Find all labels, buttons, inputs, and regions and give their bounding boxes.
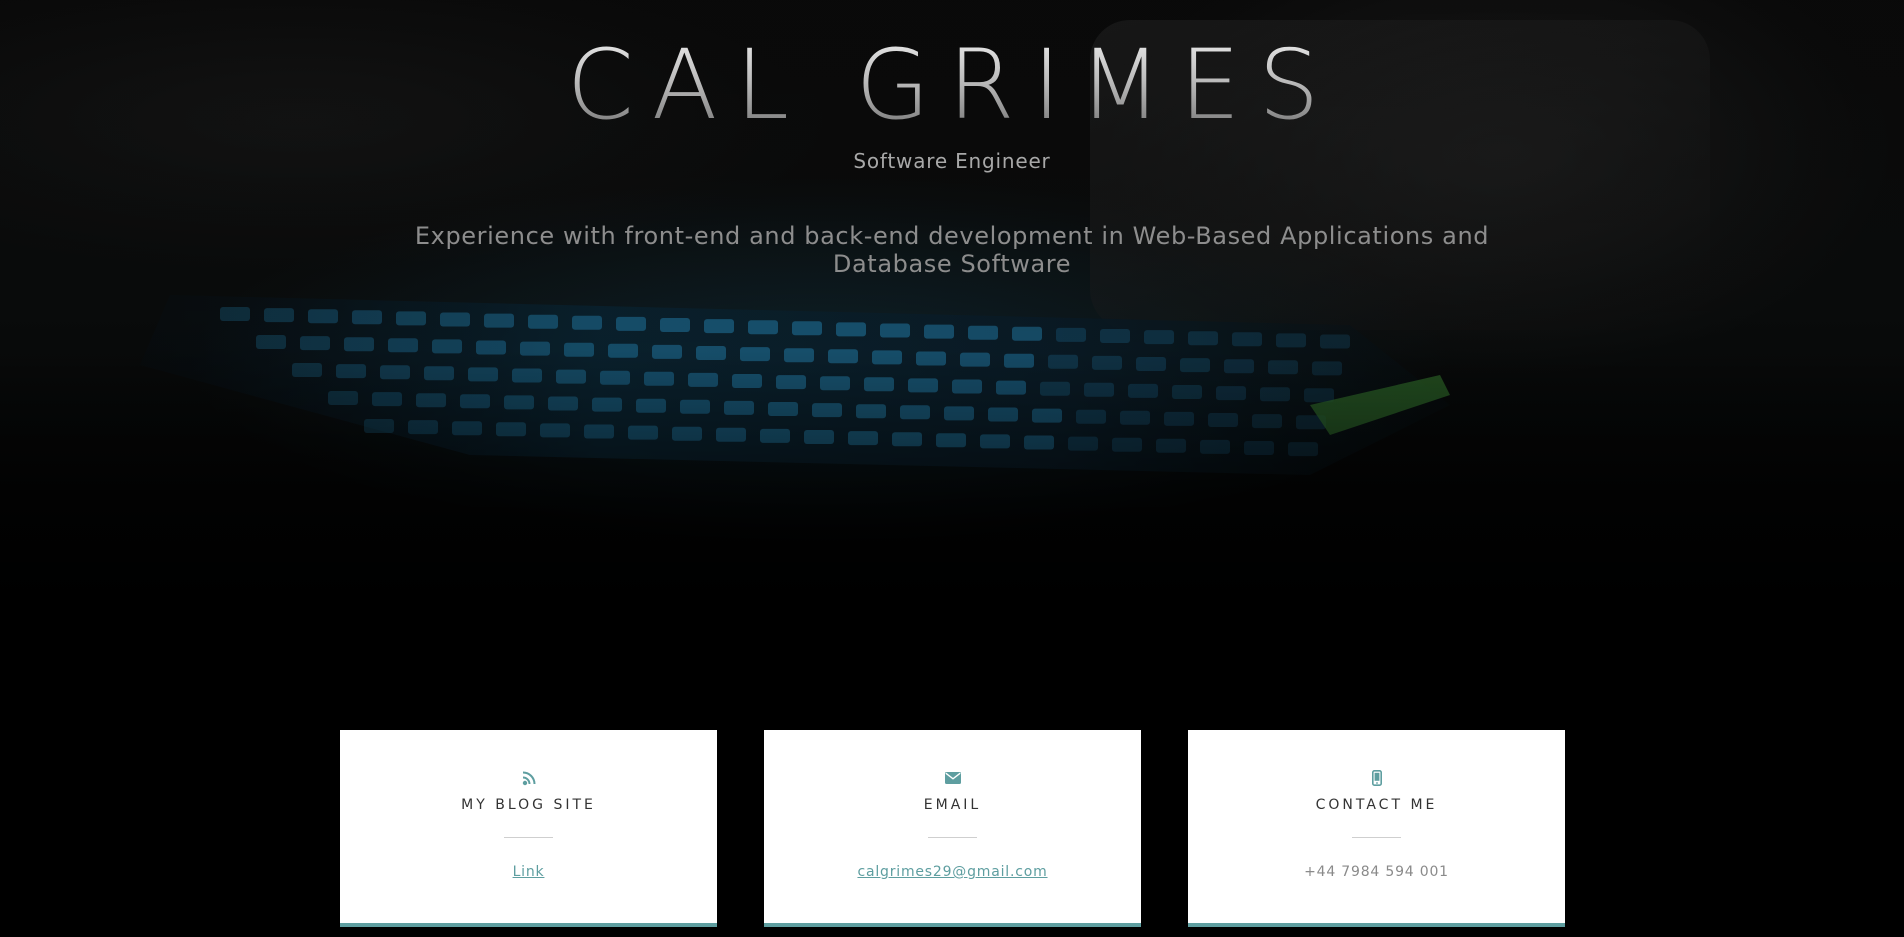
- divider: [928, 837, 977, 838]
- email-card: EMAIL calgrimes29@gmail.com: [764, 730, 1141, 927]
- blog-card-title: MY BLOG SITE: [461, 797, 596, 813]
- contact-cards: MY BLOG SITE Link EMAIL calgrimes29@gmai…: [340, 730, 1565, 927]
- email-link[interactable]: calgrimes29@gmail.com: [857, 864, 1047, 880]
- blog-card-value: Link: [340, 864, 717, 880]
- divider: [1352, 837, 1401, 838]
- blog-card: MY BLOG SITE Link: [340, 730, 717, 927]
- page-title: CAL GRIMES: [0, 30, 1904, 140]
- mobile-phone-icon: [1188, 768, 1565, 788]
- page-subtitle: Software Engineer: [853, 149, 1051, 173]
- rss-icon: [340, 768, 717, 788]
- hero-description: Experience with front-end and back-end d…: [414, 222, 1490, 278]
- page: CAL GRIMES Software Engineer Experience …: [0, 0, 1904, 937]
- blog-link[interactable]: Link: [513, 864, 545, 880]
- phone-number: +44 7984 594 001: [1304, 864, 1449, 880]
- envelope-icon: [764, 768, 1141, 788]
- contact-card-title: CONTACT ME: [1315, 797, 1438, 813]
- email-card-value: calgrimes29@gmail.com: [764, 864, 1141, 880]
- contact-card: CONTACT ME +44 7984 594 001: [1188, 730, 1565, 927]
- divider: [504, 837, 553, 838]
- email-card-title: EMAIL: [923, 797, 982, 813]
